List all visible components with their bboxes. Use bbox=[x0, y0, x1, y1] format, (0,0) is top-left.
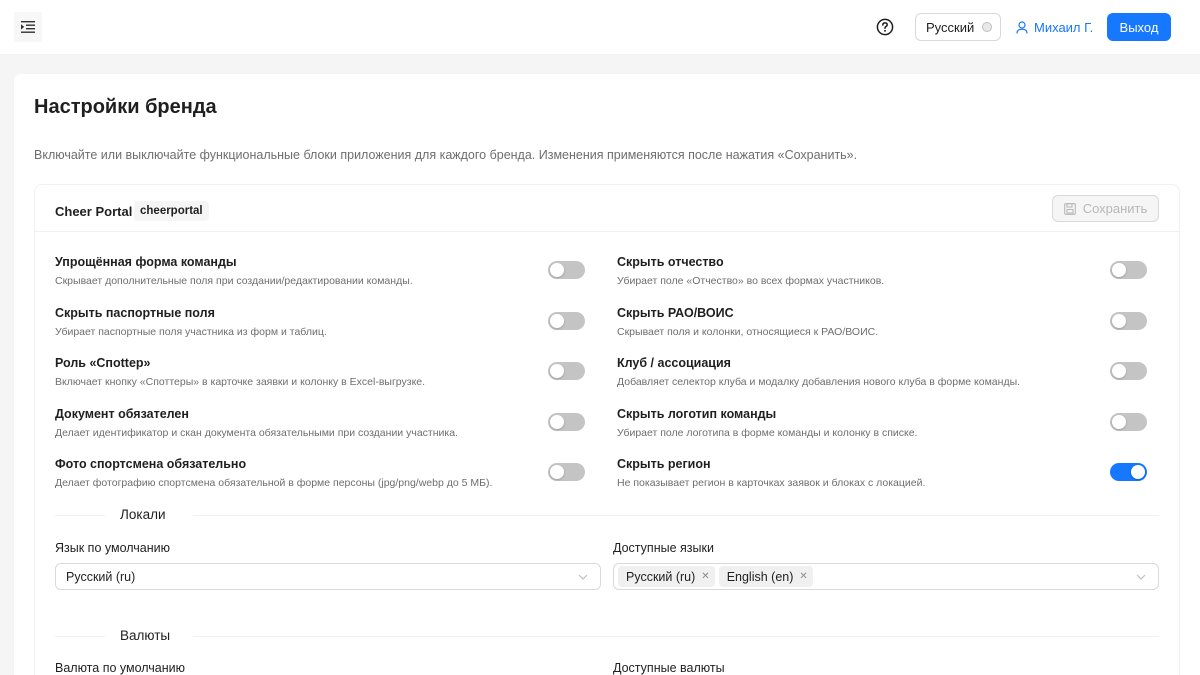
user-name: Михаил Г. bbox=[1034, 19, 1094, 35]
language-tag: Русский (ru) ✕ bbox=[618, 566, 715, 587]
default-language-select[interactable]: Русский (ru) bbox=[55, 563, 601, 590]
globe-icon bbox=[982, 22, 993, 32]
setting-hide-patronymic: Скрыть отчество Убирает поле «Отчество» … bbox=[617, 255, 1147, 299]
setting-toggle[interactable] bbox=[1110, 463, 1147, 481]
setting-title: Скрыть регион bbox=[617, 457, 711, 471]
setting-title: Скрыть логотип команды bbox=[617, 407, 777, 421]
user-icon bbox=[1016, 20, 1028, 34]
page-description: Включайте или выключайте функциональные … bbox=[34, 148, 858, 162]
available-languages-label: Доступные языки bbox=[613, 541, 714, 555]
save-icon bbox=[1063, 202, 1076, 215]
setting-club-association: Клуб / ассоциация Добавляет селектор клу… bbox=[617, 356, 1147, 400]
setting-hide-rao-vois: Скрыть РАО/ВОИС Скрывает поля и колонки,… bbox=[617, 306, 1147, 350]
setting-toggle[interactable] bbox=[1110, 312, 1147, 330]
setting-toggle[interactable] bbox=[1110, 413, 1147, 431]
save-button-label: Сохранить bbox=[1082, 201, 1148, 216]
setting-hide-team-logo: Скрыть логотип команды Убирает поле лого… bbox=[617, 407, 1147, 451]
locales-divider: Локали bbox=[55, 505, 1159, 525]
setting-title: Скрыть РАО/ВОИС bbox=[617, 306, 734, 320]
brand-card: Cheer Portal cheerportal Сохранить Упрощ… bbox=[34, 184, 1180, 675]
setting-hide-region: Скрыть регион Не показывает регион в кар… bbox=[617, 457, 1147, 501]
setting-toggle[interactable] bbox=[548, 312, 585, 330]
setting-description: Скрывает поля и колонки, относящиеся к Р… bbox=[617, 326, 879, 338]
page-title: Настройки бренда bbox=[34, 96, 217, 118]
setting-toggle[interactable] bbox=[1110, 261, 1147, 279]
setting-hide-passport-fields: Скрыть паспортные поля Убирает паспортны… bbox=[55, 306, 585, 350]
language-tag: English (en) ✕ bbox=[718, 566, 813, 587]
setting-spotter-role: Роль «Спottер» Включает кнопку «Споттеры… bbox=[55, 356, 585, 400]
question-circle-icon bbox=[876, 18, 894, 36]
setting-title: Роль «Спottер» bbox=[55, 356, 151, 370]
brand-card-header: Cheer Portal cheerportal Сохранить bbox=[35, 185, 1179, 232]
setting-athlete-photo-required: Фото спортсмена обязательно Делает фотог… bbox=[55, 457, 585, 501]
setting-toggle[interactable] bbox=[548, 463, 585, 481]
setting-title: Скрыть отчество bbox=[617, 255, 724, 269]
close-icon[interactable]: ✕ bbox=[799, 571, 807, 582]
setting-toggle[interactable] bbox=[548, 362, 585, 380]
setting-title: Фото спортсмена обязательно bbox=[55, 457, 247, 471]
chevron-down-icon bbox=[578, 574, 588, 580]
available-currencies-label: Доступные валюты bbox=[613, 661, 725, 675]
help-button[interactable] bbox=[875, 17, 895, 37]
setting-description: Включает кнопку «Споттеры» в карточке за… bbox=[55, 376, 426, 388]
setting-toggle[interactable] bbox=[548, 261, 585, 279]
currencies-divider: Валюты bbox=[55, 626, 1159, 646]
language-tag-label: Русский (ru) bbox=[626, 569, 696, 584]
setting-description: Делает фотографию спортсмена обязательно… bbox=[55, 477, 493, 489]
main-content: Настройки бренда Включайте или выключайт… bbox=[14, 74, 1200, 675]
setting-description: Убирает паспортные поля участника из фор… bbox=[55, 326, 327, 338]
setting-description: Не показывает регион в карточках заявок … bbox=[617, 477, 926, 489]
setting-document-required: Документ обязателен Делает идентификатор… bbox=[55, 407, 585, 451]
language-tag-label: English (en) bbox=[726, 569, 794, 584]
setting-description: Делает идентификатор и скан документа об… bbox=[55, 427, 458, 439]
menu-toggle-button[interactable] bbox=[14, 12, 42, 42]
top-header: Русский Михаил Г. Выход bbox=[0, 0, 1200, 54]
setting-title: Документ обязателен bbox=[55, 407, 189, 421]
setting-toggle[interactable] bbox=[548, 413, 585, 431]
chevron-down-icon bbox=[1136, 574, 1146, 580]
logout-button[interactable]: Выход bbox=[1107, 13, 1171, 41]
currencies-section-label: Валюты bbox=[120, 628, 171, 643]
setting-description: Скрывает дополнительные поля при создани… bbox=[55, 275, 413, 287]
brand-slug-tag: cheerportal bbox=[134, 201, 209, 221]
setting-title: Скрыть паспортные поля bbox=[55, 306, 215, 320]
default-currency-label: Валюта по умолчанию bbox=[55, 661, 186, 675]
setting-description: Добавляет селектор клуба и модалку добав… bbox=[617, 376, 1021, 388]
locales-section-label: Локали bbox=[120, 507, 166, 522]
setting-title: Клуб / ассоциация bbox=[617, 356, 731, 370]
user-menu-link[interactable]: Михаил Г. bbox=[1016, 18, 1093, 36]
save-button[interactable]: Сохранить bbox=[1052, 195, 1159, 222]
brand-name: Cheer Portal bbox=[55, 204, 133, 219]
language-select[interactable]: Русский bbox=[915, 13, 1001, 41]
default-language-value: Русский (ru) bbox=[66, 569, 136, 584]
setting-description: Убирает поле логотипа в форме команды и … bbox=[617, 427, 918, 439]
close-icon[interactable]: ✕ bbox=[701, 571, 709, 582]
default-language-label: Язык по умолчанию bbox=[55, 541, 171, 555]
setting-simplified-team-form: Упрощённая форма команды Скрывает дополн… bbox=[55, 255, 585, 299]
setting-toggle[interactable] bbox=[1110, 362, 1147, 380]
setting-title: Упрощённая форма команды bbox=[55, 255, 237, 269]
menu-fold-icon bbox=[21, 21, 35, 33]
language-select-value: Русский bbox=[926, 19, 975, 35]
available-languages-select[interactable]: Русский (ru) ✕ English (en) ✕ bbox=[613, 563, 1159, 590]
setting-description: Убирает поле «Отчество» во всех формах у… bbox=[617, 275, 885, 287]
